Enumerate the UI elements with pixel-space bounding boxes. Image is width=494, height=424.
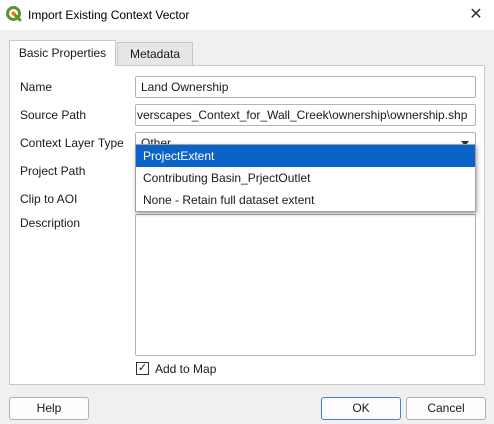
help-button[interactable]: Help: [9, 397, 89, 420]
ok-button[interactable]: OK: [321, 397, 401, 420]
clip-to-aoi-dropdown-list: ProjectExtent Contributing Basin_PrjectO…: [135, 144, 476, 212]
title-bar: Import Existing Context Vector ✕: [0, 0, 494, 30]
clip-to-aoi-label: Clip to AOI: [20, 192, 78, 206]
project-path-label: Project Path: [20, 164, 86, 178]
add-to-map-checkbox[interactable]: ✓: [136, 362, 149, 375]
name-input[interactable]: Land Ownership: [135, 76, 476, 98]
description-textarea[interactable]: [135, 214, 476, 356]
source-path-label: Source Path: [20, 108, 87, 122]
tab-basic-properties[interactable]: Basic Properties: [9, 40, 116, 66]
description-label: Description: [20, 216, 81, 230]
close-icon[interactable]: ✕: [466, 5, 486, 25]
tab-metadata[interactable]: Metadata: [117, 42, 193, 65]
check-icon: ✓: [137, 362, 148, 374]
cancel-button[interactable]: Cancel: [406, 397, 486, 420]
context-layer-type-label: Context Layer Type: [20, 136, 124, 150]
dropdown-option-project-extent[interactable]: ProjectExtent: [136, 145, 475, 167]
window-title: Import Existing Context Vector: [28, 8, 190, 22]
qgis-logo-icon: [6, 6, 22, 22]
add-to-map-label[interactable]: Add to Map: [155, 362, 216, 376]
dropdown-option-contributing-basin[interactable]: Contributing Basin_PrjectOutlet: [136, 167, 475, 189]
name-label: Name: [20, 80, 53, 94]
source-path-input[interactable]: verscapes_Context_for_Wall_Creek\ownersh…: [135, 104, 476, 126]
dropdown-option-none-full-extent[interactable]: None - Retain full dataset extent: [136, 189, 475, 211]
